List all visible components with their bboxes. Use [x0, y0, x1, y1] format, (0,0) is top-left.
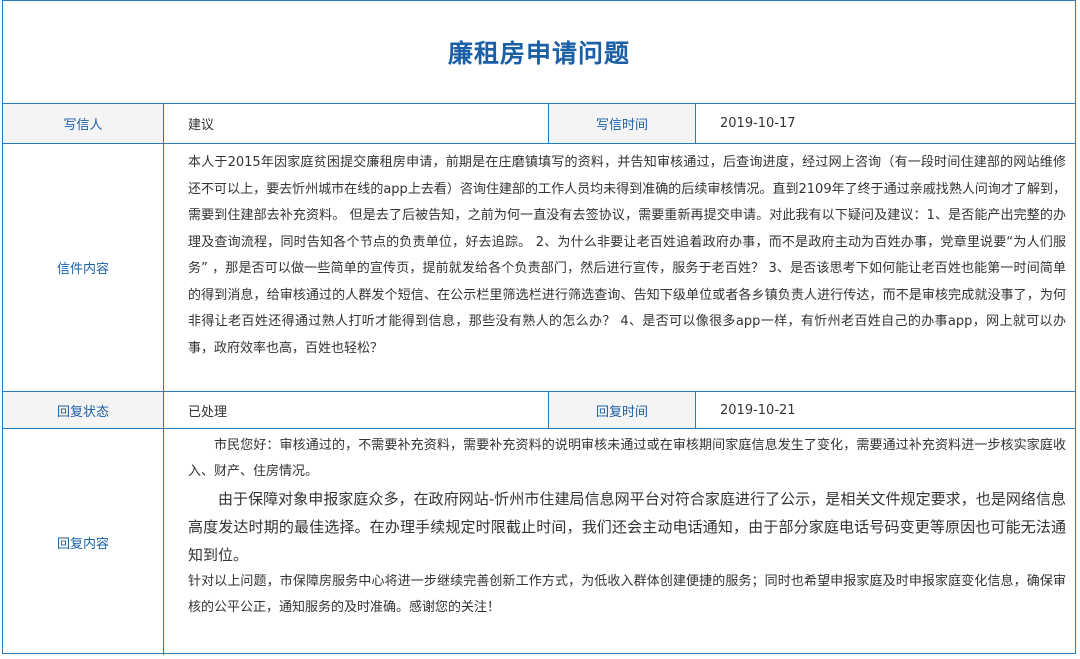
reply-paragraph-3: 针对以上问题，市保障房服务中心将进一步继续完善创新工作方式，为低收入群体创建便捷… [188, 574, 1066, 615]
status-row: 回复状态 已处理 回复时间 2019-10-21 [3, 391, 1075, 428]
status-label: 回复状态 [3, 392, 164, 428]
letter-row: 信件内容 本人于2015年因家庭贫困提交廉租房申请，前期是在庄磨镇填写的资料，并… [3, 143, 1075, 391]
reply-time-label: 回复时间 [548, 392, 696, 428]
reply-content: 市民您好：审核通过的，不需要补充资料，需要补充资料的说明审核未通过或在审核期间家… [164, 429, 1076, 655]
reply-row: 回复内容 市民您好：审核通过的，不需要补充资料，需要补充资料的说明审核未通过或在… [3, 428, 1075, 655]
reply-paragraph-2: 由于保障对象申报家庭众多，在政府网站-忻州市住建局信息网平台对符合家庭进行了公示… [188, 490, 1066, 564]
writer-label: 写信人 [3, 104, 164, 143]
writer-row: 写信人 建议 写信时间 2019-10-17 [3, 103, 1075, 143]
status-value: 已处理 [188, 404, 228, 420]
reply-time-value: 2019-10-21 [720, 402, 796, 418]
reply-paragraph-1: 市民您好：审核通过的，不需要补充资料，需要补充资料的说明审核未通过或在审核期间家… [188, 438, 1066, 479]
writer-value: 建议 [188, 118, 215, 133]
write-time-label: 写信时间 [548, 104, 696, 143]
letter-detail-panel: 廉租房申请问题 写信人 建议 写信时间 2019-10-17 信件内容 本人于2… [2, 0, 1076, 655]
reply-label: 回复内容 [3, 429, 164, 655]
title-row: 廉租房申请问题 [3, 1, 1075, 103]
letter-label: 信件内容 [3, 144, 164, 391]
write-time-value: 2019-10-17 [720, 116, 796, 131]
letter-content: 本人于2015年因家庭贫困提交廉租房申请，前期是在庄磨镇填写的资料，并告知审核通… [188, 155, 1066, 356]
page-title: 廉租房申请问题 [447, 39, 630, 68]
